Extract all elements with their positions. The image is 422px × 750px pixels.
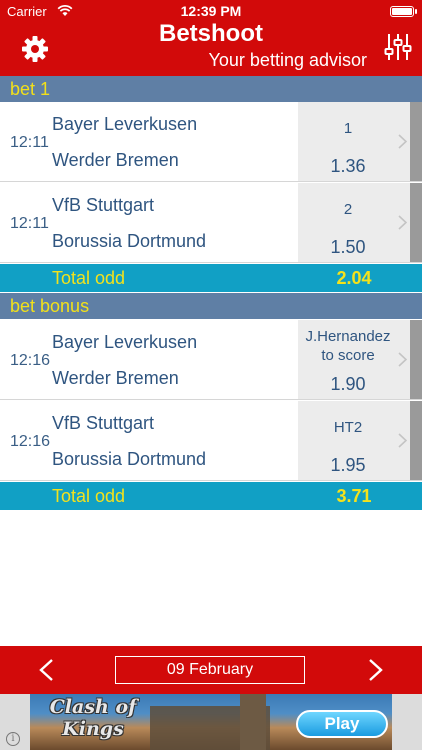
- away-team: Borussia Dortmund: [52, 231, 207, 251]
- ad-banner[interactable]: Clash of Kings Play i: [0, 694, 422, 750]
- section-header-bet-bonus: bet bonus: [0, 293, 422, 319]
- bet-type: 2: [343, 201, 353, 218]
- battery-icon: [390, 6, 414, 17]
- total-odd-value: 3.71: [336, 486, 372, 506]
- home-team: Bayer Leverkusen: [52, 114, 198, 134]
- sliders-icon[interactable]: [384, 32, 412, 62]
- battery-tip: [415, 9, 417, 14]
- match-time: 12:16: [10, 352, 51, 369]
- section-header-bet-1: bet 1: [0, 76, 422, 102]
- bet-odd: 1.36: [330, 156, 366, 176]
- away-team: Borussia Dortmund: [52, 449, 207, 469]
- date-selector[interactable]: 09 February: [115, 656, 305, 684]
- home-team: VfB Stuttgart: [52, 413, 155, 433]
- bet-row[interactable]: 12:11 VfB Stuttgart Borussia Dortmund 2 …: [0, 183, 422, 263]
- bet-row[interactable]: 12:11 Bayer Leverkusen Werder Bremen 1 1…: [0, 102, 422, 182]
- app-header: Carrier 12:39 PM Betshoot Your betting a…: [0, 0, 422, 76]
- bet-odd: 1.95: [330, 455, 366, 475]
- away-team: Werder Bremen: [52, 368, 179, 388]
- bet-type: 1: [343, 120, 353, 137]
- bet-row[interactable]: 12:16 VfB Stuttgart Borussia Dortmund HT…: [0, 401, 422, 481]
- app-subtitle: Your betting advisor: [208, 50, 367, 70]
- chevron-right-icon: [398, 433, 407, 448]
- bet-cell: 1 1.36: [298, 102, 410, 181]
- status-bar: Carrier 12:39 PM: [0, 0, 422, 22]
- row-side-bar: [410, 401, 422, 480]
- bet-type: HT2: [333, 419, 363, 436]
- match-time: 12:11: [10, 215, 49, 232]
- app-title: Betshoot: [159, 20, 263, 47]
- bet-cell: J.Hernandez to score 1.90: [298, 320, 410, 399]
- total-odd-bar: Total odd 2.04: [0, 264, 422, 292]
- ad-game-logo-line-2: Kings: [62, 718, 124, 740]
- ad-game-logo-line-1: Clash of: [49, 696, 137, 718]
- ad-game-logo: Clash of Kings: [33, 696, 153, 740]
- home-team: VfB Stuttgart: [52, 195, 155, 215]
- ad-tower-graphic: [240, 694, 266, 750]
- total-odd-bar: Total odd 3.71: [0, 482, 422, 510]
- home-team: Bayer Leverkusen: [52, 332, 198, 352]
- bet-odd: 1.50: [330, 237, 366, 257]
- bet-type-line-2: to score: [321, 347, 375, 364]
- chevron-right-icon: [398, 352, 407, 367]
- chevron-right-icon[interactable]: [368, 658, 384, 682]
- bet-type-line-1: J.Hernandez: [305, 328, 391, 345]
- row-side-bar: [410, 102, 422, 181]
- total-odd-label: Total odd: [52, 268, 126, 288]
- bet-cell: HT2 1.95: [298, 401, 410, 480]
- row-side-bar: [410, 320, 422, 399]
- bet-type: J.Hernandez to score: [298, 327, 398, 365]
- status-time: 12:39 PM: [180, 3, 242, 19]
- match-time: 12:11: [10, 134, 49, 151]
- total-odd-label: Total odd: [52, 486, 126, 506]
- chevron-left-icon[interactable]: [38, 658, 54, 682]
- ad-right-margin: [392, 694, 422, 750]
- row-side-bar: [410, 183, 422, 262]
- info-icon[interactable]: i: [6, 732, 20, 746]
- chevron-right-icon: [398, 215, 407, 230]
- date-navigation-bar: 09 February: [0, 646, 422, 694]
- chevron-right-icon: [398, 134, 407, 149]
- away-team: Werder Bremen: [52, 150, 179, 170]
- total-odd-value: 2.04: [336, 268, 372, 288]
- bet-odd: 1.90: [330, 374, 366, 394]
- ad-play-button[interactable]: Play: [296, 710, 388, 738]
- match-time: 12:16: [10, 433, 51, 450]
- bet-row[interactable]: 12:16 Bayer Leverkusen Werder Bremen J.H…: [0, 320, 422, 400]
- bet-cell: 2 1.50: [298, 183, 410, 262]
